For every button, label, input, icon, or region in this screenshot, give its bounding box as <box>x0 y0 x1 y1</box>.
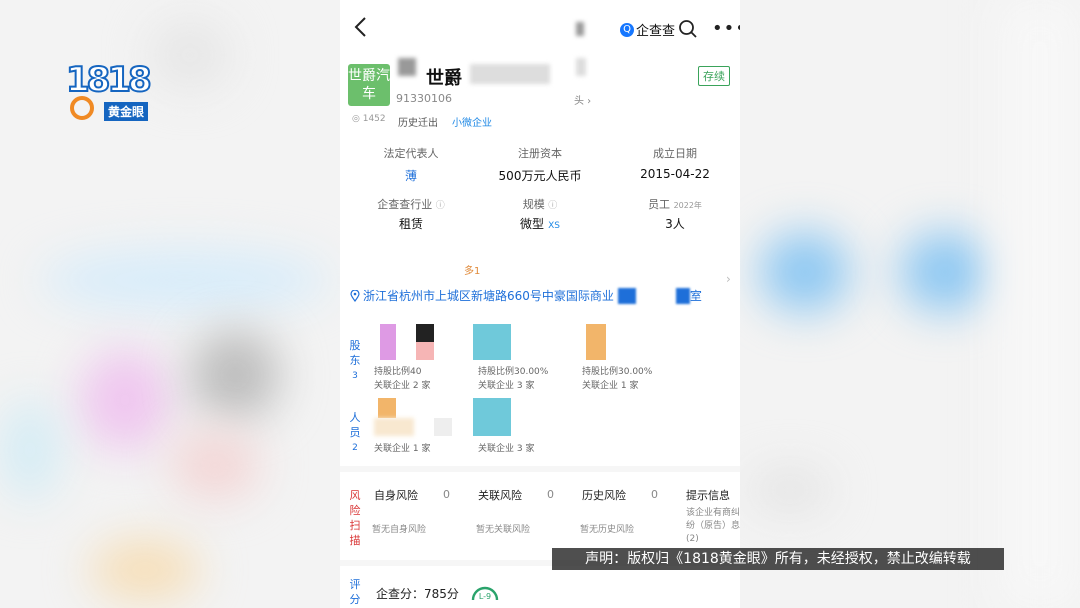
rating-label: 评分 <box>349 578 361 606</box>
shareholder-avatar <box>416 324 434 342</box>
credit-code: 91330106 <box>396 92 452 105</box>
shareholder-ratio: 持股比例40 <box>374 367 422 377</box>
more-icon[interactable]: ••• <box>712 19 740 39</box>
address-suffix: 室 <box>689 289 702 303</box>
industry-label: 企查查行业 <box>377 198 433 211</box>
company-logo: 世爵汽车 <box>348 64 390 106</box>
industry-value: 租赁 <box>398 217 423 231</box>
scale-cell: 规模 ⓘ 微型 XS <box>473 196 607 232</box>
staff-related: 关联企业 3 家 <box>478 444 535 454</box>
staff-avatar <box>434 418 452 436</box>
shareholder-ratio: 持股比例30.00% <box>582 367 653 377</box>
logo-name: 黄金眼 <box>104 102 149 121</box>
company-name: 世爵 <box>426 68 462 89</box>
shareholder-related: 关联企业 2 家 <box>374 381 431 391</box>
shareholder-related: 关联企业 3 家 <box>478 381 535 391</box>
staff-avatar <box>378 398 396 418</box>
eye-icon: ◎ <box>352 114 360 124</box>
staff-related: 关联企业 1 家 <box>374 444 431 454</box>
logo-number: 1818 <box>65 59 153 101</box>
divider <box>340 466 740 472</box>
address-text: 浙江省杭州市上城区新塘路660号中豪国际商业 <box>363 289 614 303</box>
risk-sub: 暂无历史风险 <box>580 525 635 535</box>
scale-tag: XS <box>548 221 560 231</box>
legal-rep-label: 法定代表人 <box>383 147 439 160</box>
risk-title: 自身风险 <box>374 489 418 502</box>
qcc-logo-icon: Q <box>620 22 634 37</box>
risk-sub: 暂无自身风险 <box>372 525 427 535</box>
founded-label: 成立日期 <box>653 147 697 160</box>
copyright-disclaimer: 声明：版权归《1818黄金眼》所有，未经授权，禁止改编转载 <box>552 548 1004 570</box>
risk-sub: 该企业有商纠纷（原告）息 (2) <box>686 508 740 544</box>
capital-label: 注册资本 <box>518 147 562 160</box>
shareholder-avatar <box>416 342 434 360</box>
staff-label: 员工 <box>648 198 671 211</box>
staff-cell: 员工 2022年 3人 <box>608 196 740 232</box>
shareholder-avatar <box>473 324 511 360</box>
brand[interactable]: Q 企查查 <box>620 20 675 39</box>
level-text: L-9 <box>479 592 491 601</box>
redacted-area <box>398 58 416 76</box>
shareholder-related: 关联企业 1 家 <box>582 381 639 391</box>
shareholders-label: 股东 <box>349 339 361 367</box>
view-count-value: 1452 <box>362 114 386 124</box>
phone-screen: Q 企查查 ••• 世爵汽车 世爵 91330106 头 › 存续 ◎ 1452… <box>340 0 740 608</box>
address-more-count[interactable]: 多1 <box>464 262 480 277</box>
staff-avatar <box>374 418 414 436</box>
risk-count: 0 <box>443 488 450 501</box>
redacted-area <box>470 64 550 84</box>
brand-label: 企查查 <box>636 24 676 39</box>
status-badge: 存续 <box>698 66 730 86</box>
more-link[interactable]: 头 › <box>574 92 591 107</box>
chevron-left-icon[interactable] <box>352 16 370 38</box>
redacted-area <box>576 22 584 36</box>
risk-sub: 暂无关联风险 <box>476 525 531 535</box>
staff-value: 3人 <box>665 217 685 231</box>
scale-value: 微型 <box>520 217 545 231</box>
risk-title: 历史风险 <box>582 489 626 502</box>
founded-value: 2015-04-22 <box>640 167 710 181</box>
staff-year: 2022年 <box>673 201 702 210</box>
score-text: 企查分：785分 <box>376 587 459 601</box>
risk-title: 提示信息 <box>686 489 730 502</box>
scale-label: 规模 <box>522 198 545 211</box>
staff-label: 人员 <box>349 411 361 439</box>
legal-rep-cell: 法定代表人 薄 <box>344 145 478 184</box>
capital-cell: 注册资本 500万元人民币 <box>473 145 607 184</box>
risk-label: 风险扫描 <box>349 489 361 547</box>
redacted-area <box>617 287 636 304</box>
logo-eye-icon <box>70 96 94 120</box>
capital-value: 500万元人民币 <box>498 169 582 183</box>
tag-size[interactable]: 小微企业 <box>452 114 492 129</box>
info-icon[interactable]: ⓘ <box>548 201 557 211</box>
founded-cell: 成立日期 2015-04-22 <box>608 145 740 181</box>
risk-count: 0 <box>651 488 658 501</box>
legal-rep-value[interactable]: 薄 <box>344 167 478 184</box>
shareholder-ratio: 持股比例30.00% <box>478 367 549 377</box>
risk-title: 关联风险 <box>478 489 522 502</box>
redacted-area <box>675 287 690 304</box>
shareholder-avatar <box>380 324 396 360</box>
view-count: ◎ 1452 <box>352 114 386 124</box>
staff-count: 2 <box>352 443 358 453</box>
chevron-right-icon[interactable]: › <box>726 272 731 286</box>
top-bar: Q 企查查 ••• <box>340 0 740 58</box>
location-pin-icon <box>350 289 360 302</box>
shareholders-count: 3 <box>352 371 358 381</box>
tag-history[interactable]: 历史迁出 <box>398 114 438 129</box>
risk-count: 0 <box>547 488 554 501</box>
staff-avatar <box>473 398 511 436</box>
redacted-area <box>576 58 586 76</box>
address-link[interactable]: 浙江省杭州市上城区新塘路660号中豪国际商业 室 <box>350 287 702 304</box>
level-gauge-icon: L-9 <box>471 586 499 601</box>
shareholder-avatar <box>586 324 606 360</box>
tv-channel-logo: 1818 黄金眼 <box>65 59 166 124</box>
search-icon[interactable] <box>678 19 698 39</box>
industry-cell: 企查查行业 ⓘ 租赁 <box>344 196 478 232</box>
info-icon[interactable]: ⓘ <box>436 201 445 211</box>
